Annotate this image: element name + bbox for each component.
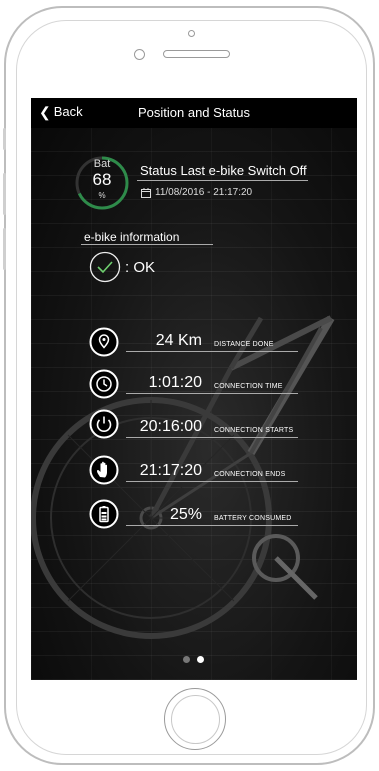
stat-label-battery-consumed: BATTERY CONSUMED bbox=[214, 515, 292, 522]
calendar-icon bbox=[141, 188, 151, 198]
camera-dot-icon bbox=[188, 30, 195, 37]
page-dot-2[interactable] bbox=[197, 656, 204, 663]
stat-value-distance: 24 Km bbox=[155, 332, 202, 349]
hand-icon bbox=[89, 455, 119, 485]
stat-value-connection-ends: 21:17:20 bbox=[139, 462, 202, 479]
page-dot-1[interactable] bbox=[183, 656, 190, 663]
volume-up-button bbox=[3, 173, 6, 215]
page-title: Position and Status bbox=[137, 105, 251, 120]
status-date: 11/08/2016 - 21:17:20 bbox=[155, 187, 253, 198]
ok-status-text: : OK bbox=[125, 259, 156, 276]
front-camera-icon bbox=[134, 49, 145, 60]
mute-switch bbox=[3, 128, 6, 150]
home-button[interactable] bbox=[164, 688, 226, 750]
battery-icon bbox=[89, 499, 119, 529]
stat-underline bbox=[126, 351, 298, 352]
info-underline bbox=[81, 244, 213, 245]
stat-label-distance: DISTANCE DONE bbox=[214, 341, 274, 348]
stat-label-connection-time: CONNECTION TIME bbox=[214, 383, 283, 390]
check-circle-icon bbox=[89, 251, 121, 283]
battery-value: 68 bbox=[92, 170, 112, 189]
stat-value-connection-time: 1:01:20 bbox=[148, 374, 202, 391]
stat-underline bbox=[126, 437, 298, 438]
map-pin-icon bbox=[89, 327, 119, 357]
speaker-grille bbox=[163, 50, 230, 58]
clock-icon bbox=[89, 369, 119, 399]
status-underline bbox=[137, 180, 308, 181]
stat-label-connection-ends: CONNECTION ENDS bbox=[214, 471, 286, 478]
info-title: e-bike information bbox=[84, 230, 180, 244]
status-title: Status Last e-bike Switch Off bbox=[140, 163, 307, 178]
battery-label: Bat bbox=[93, 158, 111, 170]
stat-underline bbox=[126, 393, 298, 394]
battery-unit: % bbox=[98, 191, 106, 200]
app-screen: ❮ Back Position and Status Bat 68 % Stat… bbox=[31, 98, 357, 680]
page-indicator[interactable] bbox=[183, 656, 204, 663]
nav-bar: ❮ Back Position and Status bbox=[31, 98, 357, 128]
stat-value-battery-consumed: 25% bbox=[169, 506, 202, 523]
stat-underline bbox=[126, 525, 298, 526]
power-icon bbox=[89, 409, 119, 439]
stat-underline bbox=[126, 481, 298, 482]
stat-value-connection-starts: 20:16:00 bbox=[139, 418, 202, 435]
volume-down-button bbox=[3, 228, 6, 270]
stat-label-connection-starts: CONNECTION STARTS bbox=[214, 427, 294, 434]
